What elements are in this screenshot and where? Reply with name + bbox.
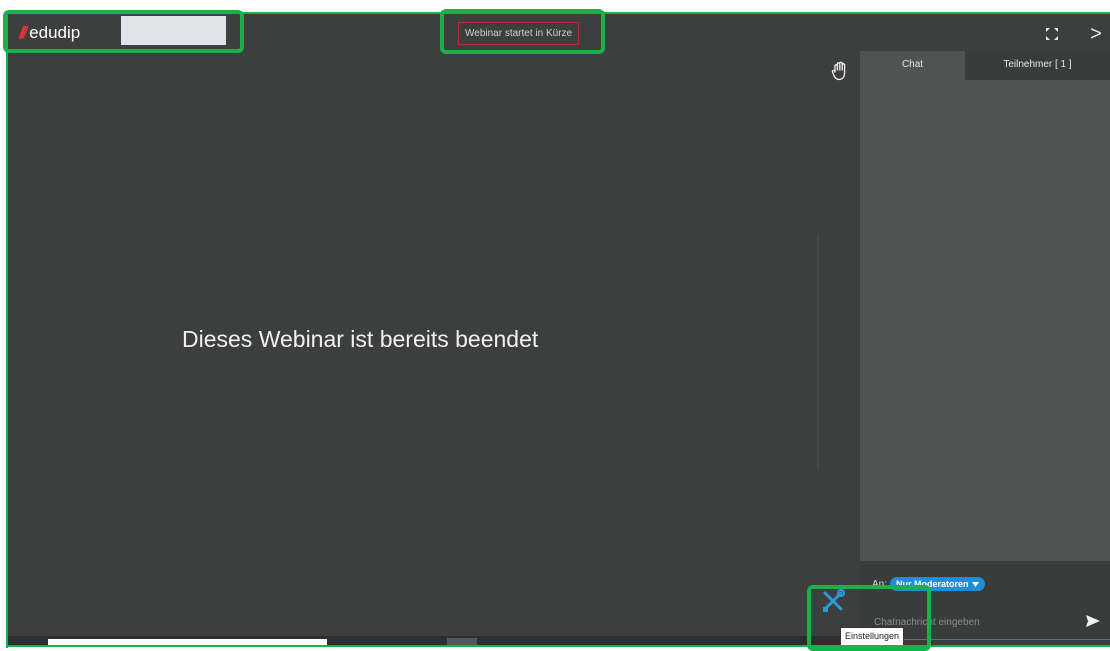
tools-icon[interactable] bbox=[820, 588, 846, 614]
side-panel: Chat Teilnehmer [ 1 ] An: Nur Moderatore… bbox=[860, 51, 1110, 646]
tab-participants[interactable]: Teilnehmer [ 1 ] bbox=[965, 51, 1110, 80]
chat-messages-area bbox=[860, 80, 1110, 561]
bottom-strip-segment bbox=[447, 638, 477, 646]
to-label: An: bbox=[872, 578, 888, 590]
chevron-right-icon[interactable]: > bbox=[1087, 23, 1105, 45]
logo-mark-icon: /// bbox=[19, 23, 27, 42]
fullscreen-icon[interactable] bbox=[1043, 25, 1061, 43]
customer-logo-placeholder bbox=[121, 16, 226, 45]
caret-down-icon bbox=[971, 581, 979, 587]
bottom-progress-bar bbox=[48, 639, 327, 646]
stage-message: Dieses Webinar ist bereits beendet bbox=[182, 326, 539, 352]
recipient-dropdown[interactable]: Nur Moderatoren bbox=[890, 577, 985, 591]
tab-chat[interactable]: Chat bbox=[860, 51, 965, 80]
status-badge: Webinar startet in Kürze bbox=[458, 22, 580, 45]
logo-text: edudip bbox=[29, 23, 81, 42]
settings-tooltip: Einstellungen bbox=[840, 627, 905, 646]
raise-hand-icon[interactable] bbox=[831, 61, 851, 83]
webinar-room: /// edudip Webinar startet in Kürze > Di… bbox=[7, 13, 1110, 646]
send-icon[interactable] bbox=[1085, 613, 1101, 629]
stage-divider bbox=[817, 235, 819, 470]
recipient-label: Nur Moderatoren bbox=[896, 579, 969, 589]
top-bar: /// edudip Webinar startet in Kürze > bbox=[7, 13, 1110, 53]
recipient-row: An: Nur Moderatoren bbox=[872, 577, 985, 591]
edudip-logo: /// edudip bbox=[19, 23, 80, 43]
presentation-stage: Dieses Webinar ist bereits beendet bbox=[7, 53, 817, 646]
chat-input-underline bbox=[872, 639, 1110, 640]
